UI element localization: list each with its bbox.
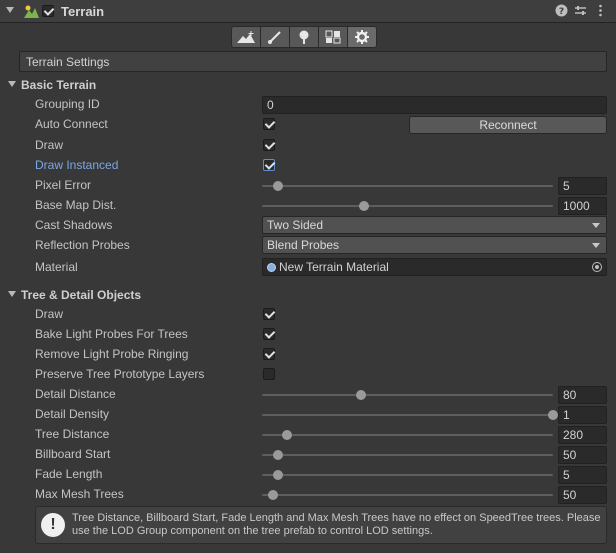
pixel-error-slider-thumb[interactable] xyxy=(273,181,284,191)
cast-shadows-value: Two Sided xyxy=(267,218,324,232)
detail-density-input[interactable]: 1 xyxy=(558,406,607,424)
material-sphere-icon xyxy=(267,263,276,272)
base-map-dist-input[interactable]: 1000 xyxy=(558,197,607,215)
preserve-layers-label: Preserve Tree Prototype Layers xyxy=(35,367,205,381)
pixel-error-label: Pixel Error xyxy=(35,178,92,192)
max-mesh-trees-slider-thumb[interactable] xyxy=(267,490,278,500)
detail-grass-icon[interactable] xyxy=(318,26,348,48)
cast-shadows-dropdown[interactable]: Two Sided xyxy=(262,216,607,234)
tree-distance-slider-track[interactable] xyxy=(262,434,553,436)
reflection-probes-label: Reflection Probes xyxy=(35,238,130,252)
help-icon[interactable]: ? xyxy=(554,4,568,18)
component-enabled-checkbox[interactable] xyxy=(42,5,54,17)
fade-length-input[interactable]: 5 xyxy=(558,466,607,484)
grouping-id-label: Grouping ID xyxy=(35,97,100,111)
tree-icon[interactable] xyxy=(289,26,319,48)
base-map-dist-slider-track[interactable] xyxy=(262,205,553,207)
presets-icon[interactable] xyxy=(573,4,587,18)
pixel-error-slider-track[interactable] xyxy=(262,185,553,187)
max-mesh-trees-slider-track[interactable] xyxy=(262,494,553,496)
reflection-probes-value: Blend Probes xyxy=(267,238,340,252)
reflection-probes-dropdown[interactable]: Blend Probes xyxy=(262,236,607,254)
basic-terrain-header[interactable]: Basic Terrain xyxy=(21,78,96,92)
settings-gear-icon[interactable] xyxy=(347,26,377,48)
detail-density-slider-thumb[interactable] xyxy=(548,410,558,420)
billboard-start-label: Billboard Start xyxy=(35,447,111,461)
component-header: Terrain ? xyxy=(0,0,616,23)
draw-instanced-label: Draw Instanced xyxy=(35,158,119,172)
tree-detail-header[interactable]: Tree & Detail Objects xyxy=(21,288,141,302)
reconnect-button[interactable]: Reconnect xyxy=(409,116,607,134)
max-mesh-trees-label: Max Mesh Trees xyxy=(35,487,124,501)
material-value: New Terrain Material xyxy=(279,260,389,274)
terrain-tool-bar xyxy=(231,26,377,48)
pixel-error-input[interactable]: 5 xyxy=(558,177,607,195)
tree-distance-slider-thumb[interactable] xyxy=(282,430,293,440)
auto-connect-label: Auto Connect xyxy=(35,117,108,131)
tree-detail-foldout-icon[interactable] xyxy=(8,291,16,297)
paint-brush-icon[interactable] xyxy=(260,26,290,48)
detail-distance-slider-track[interactable] xyxy=(262,394,553,396)
max-mesh-trees-input[interactable]: 50 xyxy=(558,486,607,504)
svg-text:?: ? xyxy=(558,7,563,17)
dropdown-arrow-icon xyxy=(592,243,600,248)
terrain-settings-title: Terrain Settings xyxy=(26,55,110,69)
tree-distance-input[interactable]: 280 xyxy=(558,426,607,444)
terrain-icon xyxy=(24,5,39,18)
base-map-dist-slider-thumb[interactable] xyxy=(359,201,370,211)
basic-terrain-foldout-icon[interactable] xyxy=(8,81,16,87)
draw-checkbox[interactable] xyxy=(263,139,275,151)
detail-distance-label: Detail Distance xyxy=(35,387,116,401)
foldout-arrow-icon[interactable] xyxy=(6,7,14,13)
material-object-field[interactable]: New Terrain Material xyxy=(262,258,607,276)
auto-connect-checkbox[interactable] xyxy=(263,118,275,130)
draw-instanced-checkbox[interactable] xyxy=(263,159,275,171)
detail-distance-slider-thumb[interactable] xyxy=(356,390,367,400)
billboard-start-input[interactable]: 50 xyxy=(558,446,607,464)
tree-draw-label: Draw xyxy=(35,307,64,321)
speedtree-help-box: ! Tree Distance, Billboard Start, Fade L… xyxy=(35,506,607,544)
billboard-start-slider-track[interactable] xyxy=(262,454,553,456)
dropdown-arrow-icon xyxy=(592,223,600,228)
remove-ringing-label: Remove Light Probe Ringing xyxy=(35,347,189,361)
cast-shadows-label: Cast Shadows xyxy=(35,218,113,232)
grouping-id-input[interactable]: 0 xyxy=(262,96,607,114)
kebab-menu-icon[interactable] xyxy=(593,4,607,18)
object-picker-icon[interactable] xyxy=(592,262,602,272)
detail-density-slider-track[interactable] xyxy=(262,414,553,416)
tree-draw-checkbox[interactable] xyxy=(263,308,275,320)
detail-distance-input[interactable]: 80 xyxy=(558,386,607,404)
fade-length-label: Fade Length xyxy=(35,467,103,481)
component-title: Terrain xyxy=(61,4,105,19)
preserve-layers-checkbox[interactable] xyxy=(263,368,275,380)
detail-density-label: Detail Density xyxy=(35,407,110,421)
billboard-start-slider-thumb[interactable] xyxy=(273,450,284,460)
info-icon: ! xyxy=(41,513,65,537)
raise-lower-terrain-icon[interactable] xyxy=(231,26,261,48)
material-label: Material xyxy=(35,260,78,274)
base-map-dist-label: Base Map Dist. xyxy=(35,198,117,212)
speedtree-help-text: Tree Distance, Billboard Start, Fade Len… xyxy=(72,512,601,537)
draw-label: Draw xyxy=(35,138,64,152)
tree-distance-label: Tree Distance xyxy=(35,427,110,441)
fade-length-slider-thumb[interactable] xyxy=(273,470,284,480)
bake-light-probes-checkbox[interactable] xyxy=(263,328,275,340)
fade-length-slider-track[interactable] xyxy=(262,474,553,476)
remove-ringing-checkbox[interactable] xyxy=(263,348,275,360)
terrain-settings-title-box: Terrain Settings xyxy=(19,51,607,72)
bake-light-probes-label: Bake Light Probes For Trees xyxy=(35,327,188,341)
